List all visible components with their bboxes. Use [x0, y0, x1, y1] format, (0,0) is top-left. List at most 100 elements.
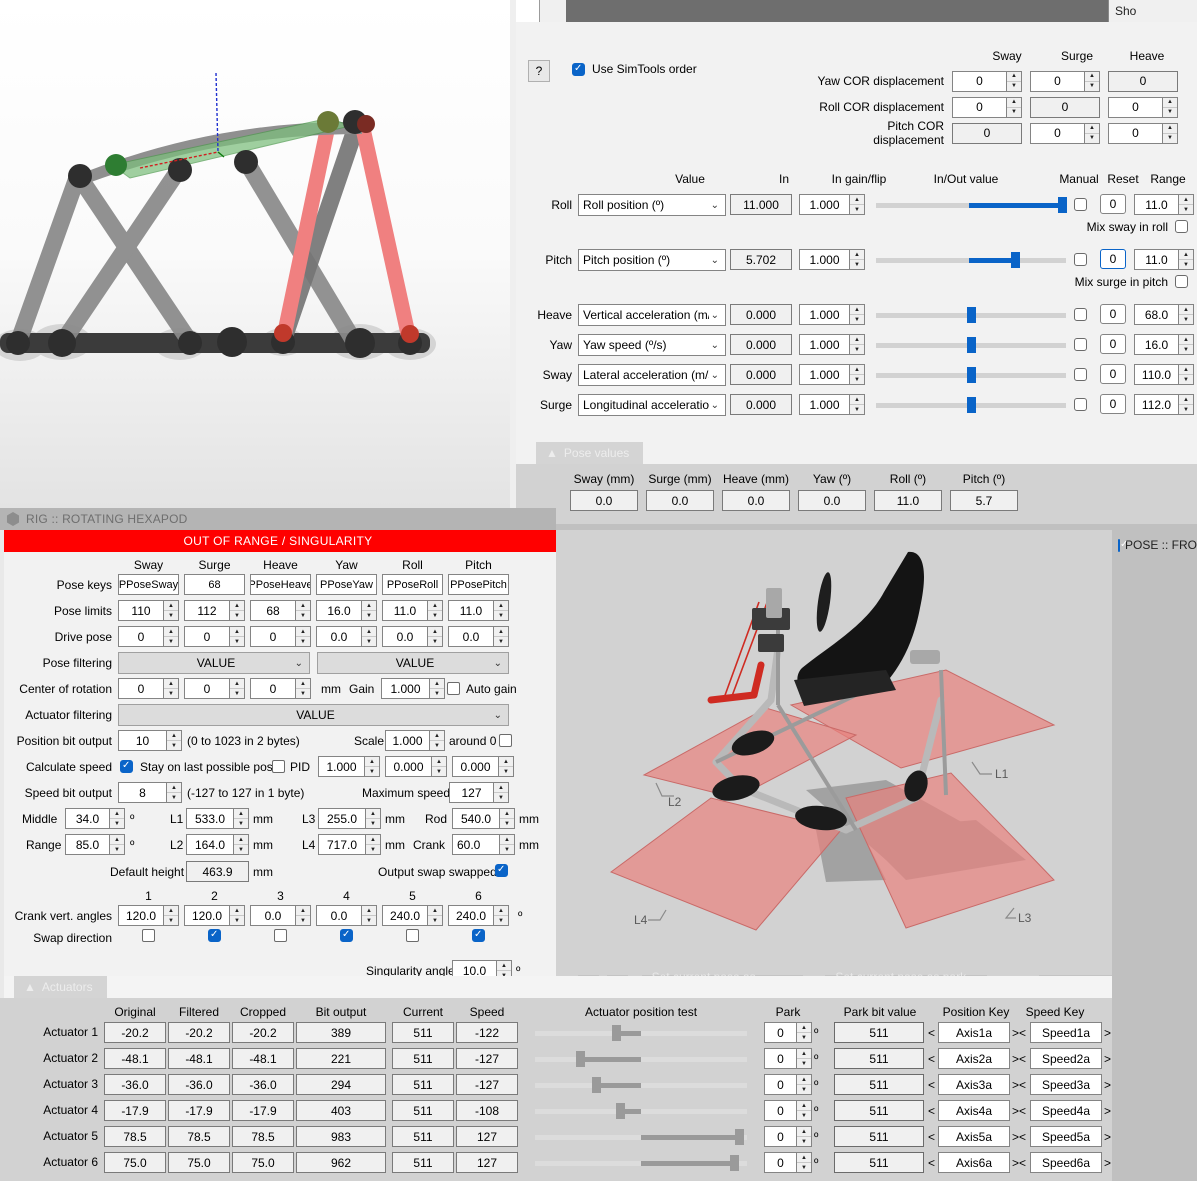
cor-spinner-0-1[interactable]: 0▲▼ [1030, 71, 1100, 92]
spin-down-icon[interactable]: ▼ [230, 611, 244, 620]
rig-cor-2[interactable]: 0▲▼ [250, 678, 311, 699]
spin-up-icon[interactable]: ▲ [366, 809, 380, 819]
pose-values-tab[interactable]: ▲ Pose values [536, 442, 643, 464]
spin-down-icon[interactable]: ▼ [494, 916, 508, 925]
actuator-park-6-spin-buttons[interactable]: ▲▼ [796, 1152, 812, 1173]
crank-angle-6[interactable]: 240.0▲▼ [448, 905, 509, 926]
drive-pose-5-value[interactable]: 0.0 [448, 626, 493, 647]
pid-value-0-value[interactable]: 1.000 [318, 756, 364, 777]
spin-down-icon[interactable]: ▼ [362, 637, 376, 646]
spin-up-icon[interactable]: ▲ [164, 906, 178, 916]
spin-up-icon[interactable]: ▲ [1163, 98, 1177, 108]
spin-up-icon[interactable]: ▲ [797, 1127, 811, 1137]
spin-down-icon[interactable]: ▼ [797, 1033, 811, 1042]
chevron-right-icon[interactable]: > [1104, 1130, 1111, 1144]
spin-down-icon[interactable]: ▼ [362, 611, 376, 620]
range-spin-buttons[interactable]: ▲▼ [109, 834, 125, 855]
spin-down-icon[interactable]: ▼ [1179, 315, 1193, 324]
crank-spinner[interactable]: 60.0 ▲▼ [452, 834, 515, 855]
axis-range-roll[interactable]: 11.0▲▼ [1134, 194, 1194, 215]
axis-gain-roll-spin-buttons[interactable]: ▲▼ [849, 194, 865, 215]
spin-up-icon[interactable]: ▲ [432, 757, 446, 767]
rig-cor-0-value[interactable]: 0 [118, 678, 163, 699]
cor-spinner-1-2-value[interactable]: 0 [1108, 97, 1162, 118]
spin-up-icon[interactable]: ▲ [850, 305, 864, 315]
actuator-filtering-combo[interactable]: VALUE ⌄ [118, 704, 509, 726]
actuator-park-1[interactable]: 0▲▼ [764, 1022, 812, 1043]
crank-angle-5-value[interactable]: 240.0 [382, 905, 427, 926]
pose-limit-5-spin-buttons[interactable]: ▲▼ [493, 600, 509, 621]
pose-limit-3-spin-buttons[interactable]: ▲▼ [361, 600, 377, 621]
spin-up-icon[interactable]: ▲ [365, 757, 379, 767]
spin-up-icon[interactable]: ▲ [428, 906, 442, 916]
spin-up-icon[interactable]: ▲ [850, 365, 864, 375]
cor-spinner-1-0-spin-buttons[interactable]: ▲▼ [1006, 97, 1022, 118]
spin-up-icon[interactable]: ▲ [1085, 72, 1099, 82]
scale-spinner[interactable]: 1.000 ▲▼ [385, 730, 445, 751]
spin-up-icon[interactable]: ▲ [1007, 72, 1021, 82]
spin-down-icon[interactable]: ▼ [1007, 108, 1021, 117]
spin-up-icon[interactable]: ▲ [362, 627, 376, 637]
slider-knob[interactable] [967, 367, 976, 383]
spin-down-icon[interactable]: ▼ [234, 845, 248, 854]
simtools-order-checkbox[interactable] [572, 63, 585, 76]
gain-spinner[interactable]: 1.000 ▲▼ [381, 678, 445, 699]
drive-pose-3[interactable]: 0.0▲▼ [316, 626, 377, 647]
drive-pose-4-spin-buttons[interactable]: ▲▼ [427, 626, 443, 647]
pose-limit-3[interactable]: 16.0▲▼ [316, 600, 377, 621]
actuator-speed-key-2[interactable]: Speed2a [1030, 1048, 1102, 1069]
crank-angle-5-spin-buttons[interactable]: ▲▼ [427, 905, 443, 926]
drive-pose-0-value[interactable]: 0 [118, 626, 163, 647]
spin-up-icon[interactable]: ▲ [850, 195, 864, 205]
scale-value[interactable]: 1.000 [385, 730, 429, 751]
actuator-park-3[interactable]: 0▲▼ [764, 1074, 812, 1095]
chevron-right-icon[interactable]: > [1104, 1052, 1111, 1066]
l1-spin-buttons[interactable]: ▲▼ [233, 808, 249, 829]
around-zero-checkbox[interactable] [499, 734, 512, 747]
axis-manual-checkbox-roll[interactable] [1074, 198, 1087, 211]
cor-spinner-1-0-value[interactable]: 0 [952, 97, 1006, 118]
chevron-right-icon[interactable]: > [1104, 1156, 1111, 1170]
slider-knob[interactable] [616, 1103, 625, 1119]
axis-gain-heave-value[interactable]: 1.000 [799, 304, 849, 325]
spin-down-icon[interactable]: ▼ [850, 375, 864, 384]
spin-down-icon[interactable]: ▼ [850, 260, 864, 269]
actuator-position-key-5[interactable]: Axis5a [938, 1126, 1010, 1147]
crank-angle-6-value[interactable]: 240.0 [448, 905, 493, 926]
spin-down-icon[interactable]: ▼ [500, 819, 514, 828]
spin-down-icon[interactable]: ▼ [230, 637, 244, 646]
axis-range-pitch-value[interactable]: 11.0 [1134, 249, 1178, 270]
spin-up-icon[interactable]: ▲ [167, 783, 181, 793]
actuator-park-3-value[interactable]: 0 [764, 1074, 796, 1095]
drive-pose-1[interactable]: 0▲▼ [184, 626, 245, 647]
actuator-test-slider-3[interactable] [535, 1077, 747, 1093]
l1-value[interactable]: 533.0 [186, 808, 233, 829]
slider-knob[interactable] [967, 307, 976, 323]
spin-up-icon[interactable]: ▲ [494, 783, 508, 793]
gain-spin-buttons[interactable]: ▲▼ [429, 678, 445, 699]
spin-up-icon[interactable]: ▲ [497, 961, 511, 971]
chevron-left-icon[interactable]: < [928, 1156, 935, 1170]
position-bit-value[interactable]: 10 [118, 730, 166, 751]
axis-range-surge-spin-buttons[interactable]: ▲▼ [1178, 394, 1194, 415]
axis-manual-checkbox-surge[interactable] [1074, 398, 1087, 411]
cor-spinner-2-2[interactable]: 0▲▼ [1108, 123, 1178, 144]
crank-angle-4[interactable]: 0.0▲▼ [316, 905, 377, 926]
actuator-park-2-spin-buttons[interactable]: ▲▼ [796, 1048, 812, 1069]
rod-spinner[interactable]: 540.0 ▲▼ [452, 808, 515, 829]
axis-manual-checkbox-pitch[interactable] [1074, 253, 1087, 266]
spin-up-icon[interactable]: ▲ [230, 906, 244, 916]
actuator-park-2-value[interactable]: 0 [764, 1048, 796, 1069]
scale-spin-buttons[interactable]: ▲▼ [429, 730, 445, 751]
chevron-both-icon[interactable]: >< [1012, 1156, 1026, 1170]
pose-key-field-1[interactable]: 68 [184, 574, 245, 595]
axis-gain-pitch-spin-buttons[interactable]: ▲▼ [849, 249, 865, 270]
pose-limit-4[interactable]: 11.0▲▼ [382, 600, 443, 621]
axis-range-heave-spin-buttons[interactable]: ▲▼ [1178, 304, 1194, 325]
spin-up-icon[interactable]: ▲ [430, 731, 444, 741]
actuator-test-slider-1[interactable] [535, 1025, 747, 1041]
rig-cor-0[interactable]: 0▲▼ [118, 678, 179, 699]
spin-down-icon[interactable]: ▼ [430, 741, 444, 750]
crank-angle-5[interactable]: 240.0▲▼ [382, 905, 443, 926]
spin-up-icon[interactable]: ▲ [797, 1023, 811, 1033]
